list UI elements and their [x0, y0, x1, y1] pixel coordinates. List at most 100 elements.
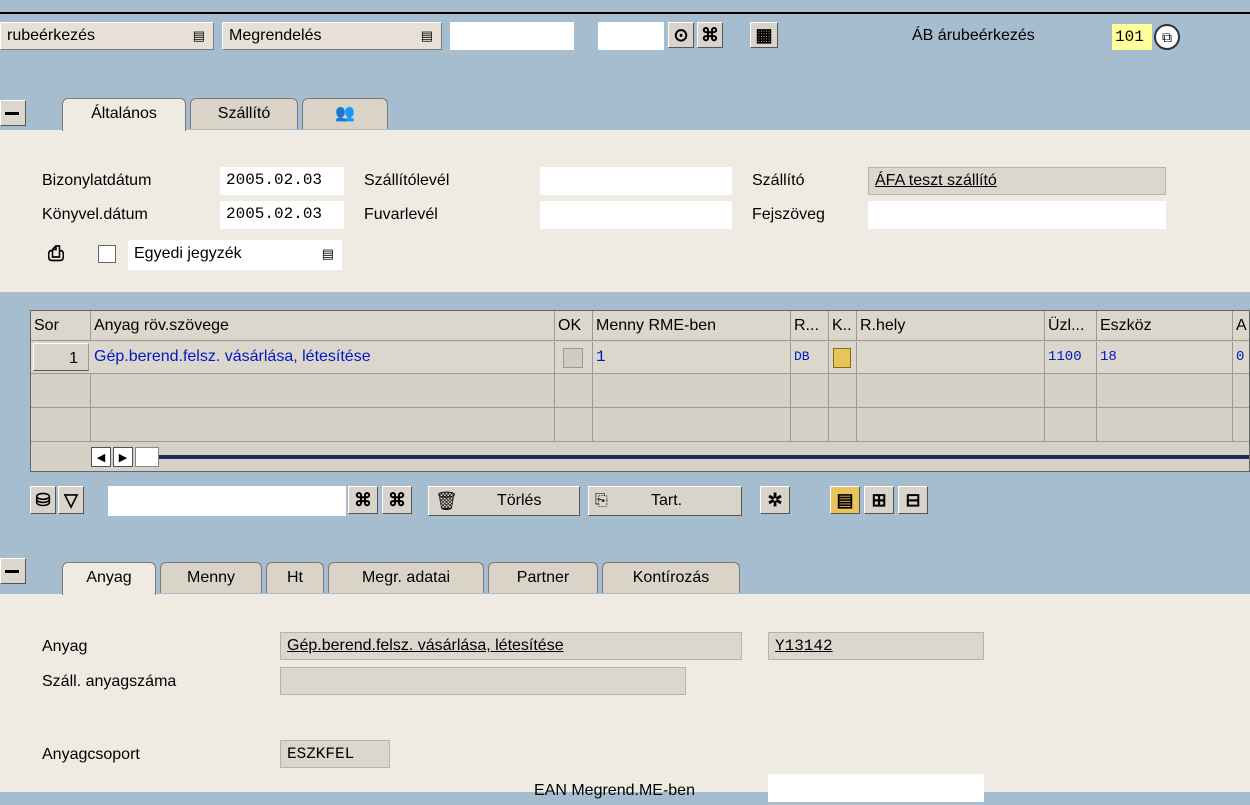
- delivery-note-field[interactable]: [540, 167, 732, 195]
- ok-checkbox[interactable]: [563, 348, 583, 368]
- find-icon[interactable]: ⌘: [697, 22, 723, 48]
- grid-header-row: Sor Anyag röv.szövege OK Menny RME-ben R…: [31, 311, 1249, 341]
- collapse-detail-icon[interactable]: [0, 558, 26, 584]
- add-row-icon[interactable]: ⊞: [864, 486, 894, 514]
- dropdown-icon: ▤: [420, 28, 433, 43]
- scroll-right-icon[interactable]: ▶: [113, 447, 133, 467]
- vendor-material-label: Száll. anyagszáma: [42, 673, 177, 690]
- vendor-label: Szállító: [752, 172, 805, 189]
- quantity-cell[interactable]: 1: [593, 342, 791, 373]
- slip-select[interactable]: Egyedi jegyzék ▤: [128, 240, 342, 270]
- horizontal-scrollbar[interactable]: ◀ ▶: [31, 445, 1249, 471]
- execute-icon[interactable]: ⊙: [668, 22, 694, 48]
- account-cell[interactable]: [829, 342, 857, 373]
- reference-input[interactable]: [450, 22, 574, 50]
- delivery-note-label: Szállítólevél: [364, 172, 450, 189]
- business-area-cell[interactable]: 1100: [1045, 342, 1097, 373]
- column-header[interactable]: Menny RME-ben: [593, 311, 791, 340]
- items-grid: Sor Anyag röv.szövege OK Menny RME-ben R…: [30, 310, 1250, 472]
- material-label: Anyag: [42, 638, 88, 655]
- tab-label: Anyag: [86, 569, 132, 586]
- insert-row-icon[interactable]: ⊟: [898, 486, 928, 514]
- find-next-icon[interactable]: ⌘: [382, 486, 412, 514]
- reference-input-2[interactable]: [598, 22, 664, 50]
- collapse-header-icon[interactable]: [0, 100, 26, 126]
- tab-material[interactable]: Anyag: [62, 562, 156, 595]
- layout-icon[interactable]: ▦: [750, 22, 778, 48]
- filter-icon[interactable]: ▽: [58, 486, 84, 514]
- account-assignment-icon[interactable]: [833, 348, 851, 368]
- scroll-track: [159, 455, 1249, 459]
- bill-of-lading-field[interactable]: [540, 201, 732, 229]
- copy-icon: ⎘: [595, 492, 608, 509]
- column-header[interactable]: Sor: [31, 311, 91, 340]
- tab-account-assignment[interactable]: Kontírozás: [602, 562, 740, 593]
- column-header[interactable]: Üzl...: [1045, 311, 1097, 340]
- doc-date-field[interactable]: 2005.02.03: [220, 167, 344, 195]
- tab-vendor[interactable]: Szállító: [190, 98, 298, 129]
- print-icon[interactable]: ⎙: [44, 242, 68, 266]
- action-select[interactable]: rubeérkezés ▤: [0, 22, 214, 50]
- tab-label: Ht: [287, 569, 303, 586]
- tab-people[interactable]: 👥: [302, 98, 388, 129]
- reference-select[interactable]: Megrendelés ▤: [222, 22, 442, 50]
- dropdown-icon: ▤: [192, 28, 205, 43]
- tab-label: Kontírozás: [632, 569, 710, 586]
- material-text-cell[interactable]: Gép.berend.felsz. vásárlása, létesítése: [91, 342, 555, 373]
- asset-cell[interactable]: 18: [1097, 342, 1233, 373]
- tab-partner[interactable]: Partner: [488, 562, 598, 593]
- dropdown-icon: ▤: [321, 246, 334, 261]
- action-select-value: rubeérkezés: [7, 27, 96, 44]
- tab-quantity[interactable]: Menny: [160, 562, 262, 593]
- column-header[interactable]: OK: [555, 311, 593, 340]
- ean-field[interactable]: [768, 774, 984, 802]
- trash-icon: 🗑: [435, 491, 458, 511]
- tab-label: Megr. adatai: [361, 569, 451, 586]
- delete-button[interactable]: 🗑 Törlés: [428, 486, 580, 516]
- material-group-label: Anyagcsoport: [42, 746, 140, 763]
- expand-icon[interactable]: ✲: [760, 486, 790, 514]
- column-header[interactable]: A: [1233, 311, 1249, 340]
- details-icon[interactable]: ⛁: [30, 486, 56, 514]
- header-text-label: Fejszöveg: [752, 206, 825, 223]
- storage-location-cell[interactable]: [857, 342, 1045, 373]
- tab-label: Partner: [516, 569, 570, 586]
- tab-order-data[interactable]: Megr. adatai: [328, 562, 484, 593]
- people-icon: 👥: [335, 105, 355, 122]
- column-header[interactable]: Anyag röv.szövege: [91, 311, 555, 340]
- reference-select-value: Megrendelés: [229, 27, 322, 44]
- content-button[interactable]: ⎘ Tart.: [588, 486, 742, 516]
- tab-label: Szállító: [217, 105, 271, 122]
- column-header[interactable]: R.hely: [857, 311, 1045, 340]
- row-selector[interactable]: 1: [33, 343, 89, 371]
- column-header[interactable]: Eszköz: [1097, 311, 1233, 340]
- ok-cell[interactable]: [555, 342, 593, 373]
- scroll-thumb[interactable]: [135, 447, 159, 467]
- vendor-field: ÁFA teszt szállító: [868, 167, 1166, 195]
- column-header[interactable]: R...: [791, 311, 829, 340]
- find-icon[interactable]: ⌘: [348, 486, 378, 514]
- content-button-label: Tart.: [651, 492, 683, 509]
- table-row[interactable]: 1 Gép.berend.felsz. vásárlása, létesítés…: [31, 342, 1249, 374]
- table-row-empty[interactable]: [31, 374, 1249, 408]
- scroll-left-icon[interactable]: ◀: [91, 447, 111, 467]
- tab-label: Menny: [186, 569, 236, 586]
- tab-location[interactable]: Ht: [266, 562, 324, 593]
- delete-button-label: Törlés: [497, 492, 542, 509]
- unit-cell[interactable]: DB: [791, 342, 829, 373]
- popup-icon[interactable]: ⧉: [1154, 24, 1180, 50]
- print-checkbox[interactable]: [98, 245, 116, 263]
- header-text-field[interactable]: [868, 201, 1166, 229]
- material-group-field: ESZKFEL: [280, 740, 390, 768]
- material-text-field: Gép.berend.felsz. vásárlása, létesítése: [280, 632, 742, 660]
- table-row-empty[interactable]: [31, 408, 1249, 442]
- grid-search-input[interactable]: [108, 486, 346, 516]
- movement-code-field[interactable]: 101: [1112, 24, 1152, 50]
- post-date-field[interactable]: 2005.02.03: [220, 201, 344, 229]
- tab-general[interactable]: Általános: [62, 98, 186, 131]
- extra-cell[interactable]: 0: [1233, 342, 1249, 373]
- save-layout-icon[interactable]: ▤: [830, 486, 860, 514]
- material-number-field: Y13142: [768, 632, 984, 660]
- doc-date-label: Bizonylatdátum: [42, 172, 152, 189]
- column-header[interactable]: K..: [829, 311, 857, 340]
